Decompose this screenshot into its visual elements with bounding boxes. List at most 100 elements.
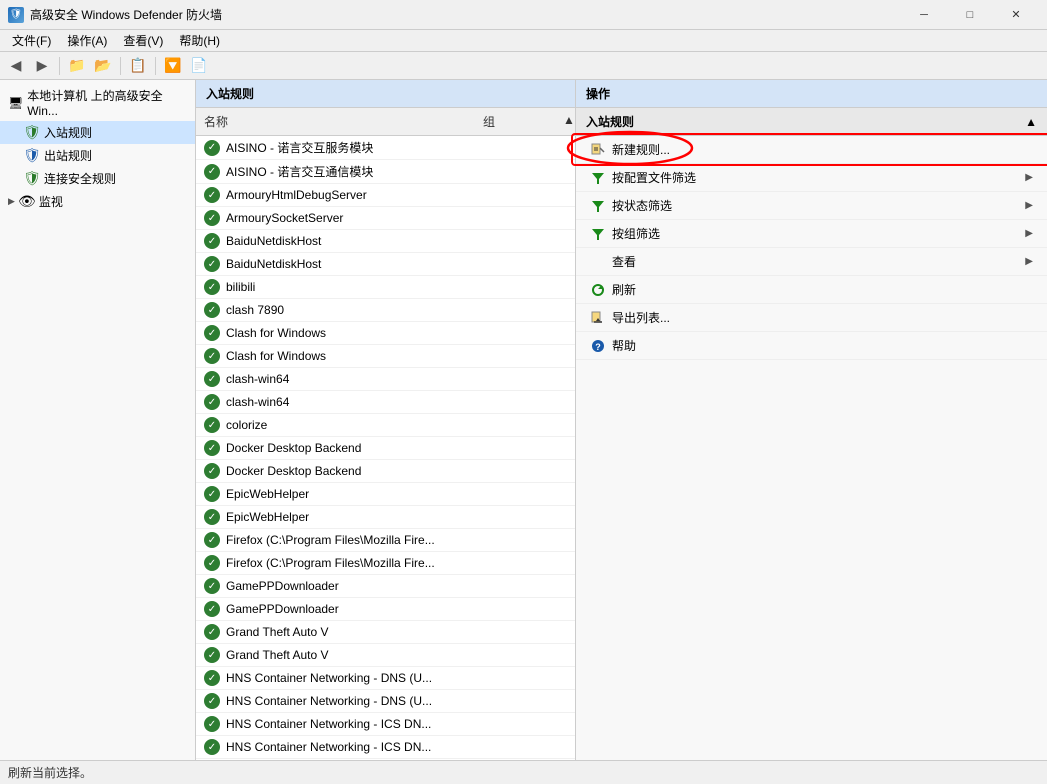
rule-name: clash 7890 <box>226 303 567 317</box>
table-row[interactable]: ✓Firefox (C:\Program Files\Mozilla Fire.… <box>196 552 575 575</box>
action-item-7[interactable]: ?帮助 <box>576 332 1047 360</box>
rule-enabled-icon: ✓ <box>204 210 220 226</box>
table-row[interactable]: ✓ bilibili <box>196 276 575 299</box>
table-row[interactable]: ✓Firefox (C:\Program Files\Mozilla Fire.… <box>196 529 575 552</box>
maximize-button[interactable]: □ <box>947 0 993 30</box>
table-row[interactable]: ✓GamePPDownloader <box>196 575 575 598</box>
app-icon: 🛡 <box>8 7 24 23</box>
close-button[interactable]: ✕ <box>993 0 1039 30</box>
rule-enabled-icon: ✓ <box>204 739 220 755</box>
action-item-3[interactable]: 按组筛选▶ <box>576 220 1047 248</box>
rule-name: Grand Theft Auto V <box>226 648 567 662</box>
table-row[interactable]: ✓Docker Desktop Backend <box>196 460 575 483</box>
action-section-label: 入站规则 <box>586 113 634 130</box>
status-bar: 刷新当前选择。 <box>0 760 1047 784</box>
table-row[interactable]: ✓EpicWebHelper <box>196 483 575 506</box>
table-row[interactable]: ✓clash-win64 <box>196 391 575 414</box>
section-collapse-arrow[interactable]: ▲ <box>1025 115 1037 129</box>
rule-enabled-icon: ✓ <box>204 601 220 617</box>
table-row[interactable]: ✓ AISINO - 诺言交互通信模块 <box>196 160 575 184</box>
menu-help[interactable]: 帮助(H) <box>171 30 228 51</box>
rule-enabled-icon: ✓ <box>204 233 220 249</box>
table-row[interactable]: ✓kms-server <box>196 759 575 760</box>
table-row[interactable]: ✓ clash 7890 <box>196 299 575 322</box>
table-row[interactable]: ✓Clash for Windows <box>196 345 575 368</box>
table-row[interactable]: ✓ Clash for Windows <box>196 322 575 345</box>
table-row[interactable]: ✓HNS Container Networking - DNS (U... <box>196 690 575 713</box>
table-row[interactable]: ✓ ArmourySocketServer <box>196 207 575 230</box>
action-item-0[interactable]: 新建规则... <box>576 136 1047 164</box>
tree-root[interactable]: 🖥 本地计算机 上的高级安全 Win... <box>0 84 195 121</box>
table-row[interactable]: ✓Grand Theft Auto V <box>196 644 575 667</box>
table-row[interactable]: ✓Grand Theft Auto V <box>196 621 575 644</box>
action-arrow-4: ▶ <box>1025 256 1033 267</box>
toolbar-filter[interactable]: 🔽 <box>161 55 185 77</box>
sidebar-item-monitor[interactable]: ▶ 👁 监视 <box>0 190 195 213</box>
table-row[interactable]: ✓Docker Desktop Backend <box>196 437 575 460</box>
action-arrow-2: ▶ <box>1025 200 1033 211</box>
rule-enabled-icon: ✓ <box>204 302 220 318</box>
toolbar-back[interactable]: ◀ <box>4 55 28 77</box>
rule-name: Grand Theft Auto V <box>226 625 567 639</box>
rule-enabled-icon: ✓ <box>204 486 220 502</box>
rule-enabled-icon: ✓ <box>204 532 220 548</box>
rule-name: BaiduNetdiskHost <box>226 234 567 248</box>
table-row[interactable]: ✓colorize <box>196 414 575 437</box>
sidebar-item-inbound[interactable]: 🛡 入站规则 <box>0 121 195 144</box>
toolbar-filter2[interactable]: 📄 <box>187 55 211 77</box>
sidebar-item-connection[interactable]: 🛡 连接安全规则 <box>0 167 195 190</box>
action-label-0: 新建规则... <box>612 141 670 158</box>
rule-name: AISINO - 诺言交互通信模块 <box>226 163 567 180</box>
monitor-icon: 👁 <box>19 194 35 210</box>
table-row[interactable]: ✓ HNS Container Networking - ICS DN... <box>196 736 575 759</box>
minimize-button[interactable]: ─ <box>901 0 947 30</box>
inbound-shield-icon: 🛡 <box>24 125 40 141</box>
toolbar-up[interactable]: 📂 <box>91 55 115 77</box>
rule-enabled-icon: ✓ <box>204 463 220 479</box>
middle-panel: 入站规则 名称 组 ▲ ✓AISINO - 诺言交互服务模块✓AISINO - … <box>196 80 576 760</box>
rule-enabled-icon: ✓ <box>204 279 220 295</box>
menu-action[interactable]: 操作(A) <box>59 30 115 51</box>
rule-name: HNS Container Networking - DNS (U... <box>226 671 567 685</box>
toolbar-new-rule[interactable]: 📋 <box>126 55 150 77</box>
table-row[interactable]: ✓HNS Container Networking - ICS DN... <box>196 713 575 736</box>
sidebar-outbound-label: 出站规则 <box>44 147 92 164</box>
action-item-6[interactable]: 导出列表... <box>576 304 1047 332</box>
rules-list[interactable]: ✓AISINO - 诺言交互服务模块✓AISINO - 诺言交互通信模块✓Arm… <box>196 136 575 760</box>
rule-name: clash-win64 <box>226 372 567 386</box>
rule-name: HNS Container Networking - ICS DN... <box>226 740 567 754</box>
rule-name: Firefox (C:\Program Files\Mozilla Fire..… <box>226 556 567 570</box>
sidebar-inbound-label: 入站规则 <box>44 124 92 141</box>
sidebar-item-outbound[interactable]: 🛡 出站规则 <box>0 144 195 167</box>
table-row[interactable]: ✓HNS Container Networking - DNS (U... <box>196 667 575 690</box>
rule-enabled-icon: ✓ <box>204 164 220 180</box>
table-row[interactable]: ✓EpicWebHelper <box>196 506 575 529</box>
action-label-4: 查看 <box>612 253 636 270</box>
title-bar: 🛡 高级安全 Windows Defender 防火墙 ─ □ ✕ <box>0 0 1047 30</box>
action-item-1[interactable]: 按配置文件筛选▶ <box>576 164 1047 192</box>
action-item-4[interactable]: 查看 ▶ <box>576 248 1047 276</box>
toolbar-show-hide[interactable]: 📁 <box>65 55 89 77</box>
rule-name: Clash for Windows <box>226 349 567 363</box>
table-header: 名称 组 ▲ <box>196 108 575 136</box>
menu-file[interactable]: 文件(F) <box>4 30 59 51</box>
rule-name: bilibili <box>226 280 567 294</box>
menu-view[interactable]: 查看(V) <box>115 30 171 51</box>
action-item-5[interactable]: 刷新 <box>576 276 1047 304</box>
table-row[interactable]: ✓ BaiduNetdiskHost <box>196 230 575 253</box>
rule-name: ArmourySocketServer <box>226 211 567 225</box>
rule-name: BaiduNetdiskHost <box>226 257 567 271</box>
toolbar-forward[interactable]: ▶ <box>30 55 54 77</box>
table-row[interactable]: ✓ArmouryHtmlDebugServer <box>196 184 575 207</box>
rule-name: Clash for Windows <box>226 326 567 340</box>
table-row[interactable]: ✓GamePPDownloader <box>196 598 575 621</box>
table-row[interactable]: ✓AISINO - 诺言交互服务模块 <box>196 136 575 160</box>
table-row[interactable]: ✓BaiduNetdiskHost <box>196 253 575 276</box>
tree-root-label: 本地计算机 上的高级安全 Win... <box>27 87 187 118</box>
action-item-2[interactable]: 按状态筛选▶ <box>576 192 1047 220</box>
rule-enabled-icon: ✓ <box>204 325 220 341</box>
rule-enabled-icon: ✓ <box>204 187 220 203</box>
table-row[interactable]: ✓clash-win64 <box>196 368 575 391</box>
window-controls: ─ □ ✕ <box>901 0 1039 30</box>
rule-name: Docker Desktop Backend <box>226 441 567 455</box>
